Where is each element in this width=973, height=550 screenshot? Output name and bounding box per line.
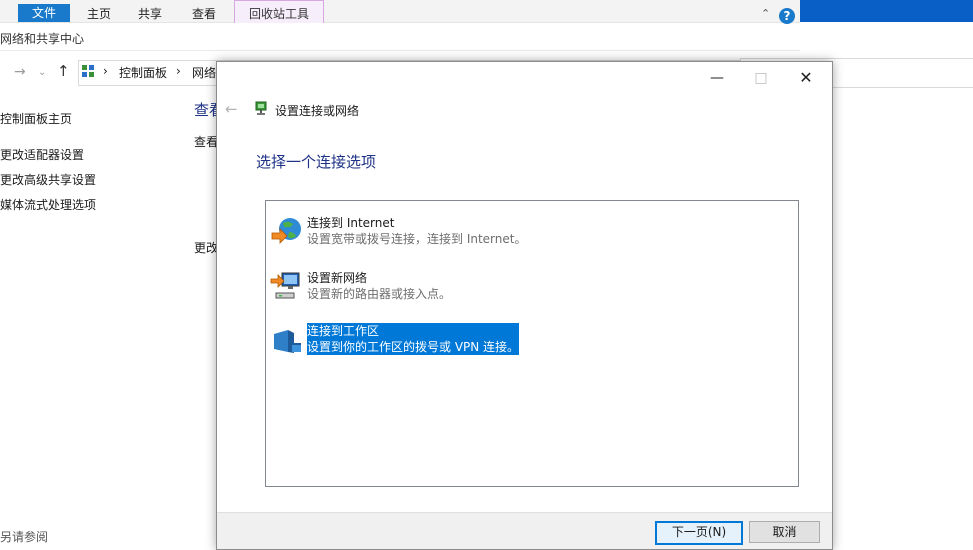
- workplace-icon: [270, 325, 302, 357]
- back-arrow-icon[interactable]: ←: [225, 100, 238, 118]
- option-title: 设置新网络: [307, 271, 368, 285]
- collapse-ribbon-icon[interactable]: ⌃: [761, 7, 770, 20]
- option-setup-new-network[interactable]: 设置新网络 设置新的路由器或接入点。: [266, 268, 798, 308]
- option-title: 连接到 Internet: [307, 216, 395, 230]
- close-button[interactable]: ✕: [792, 68, 820, 88]
- breadcrumb-separator-icon: ›: [103, 64, 108, 78]
- tab-view[interactable]: 查看: [178, 6, 230, 22]
- tab-home[interactable]: 主页: [73, 6, 125, 22]
- option-title: 连接到工作区: [307, 324, 380, 338]
- recent-chevron-icon[interactable]: ⌄: [38, 67, 46, 78]
- sidebar-link-adapter-settings[interactable]: 更改适配器设置: [0, 146, 84, 163]
- content-change-fragment: 更改: [194, 241, 219, 255]
- tab-file[interactable]: 文件: [18, 4, 71, 22]
- option-connect-workplace[interactable]: 连接到工作区 设置到你的工作区的拨号或 VPN 连接。: [266, 323, 798, 363]
- sidebar-home-link[interactable]: 控制面板主页: [0, 110, 72, 127]
- option-description: 设置宽带或拨号连接，连接到 Internet。: [307, 232, 527, 246]
- sidebar-link-advanced-sharing[interactable]: 更改高级共享设置: [0, 171, 96, 188]
- option-connect-internet[interactable]: 连接到 Internet 设置宽带或拨号连接，连接到 Internet。: [266, 213, 798, 253]
- explorer-titlebar: [0, 24, 800, 51]
- sidebar-link-media-streaming[interactable]: 媒体流式处理选项: [0, 196, 96, 213]
- maximize-button[interactable]: □: [747, 68, 775, 88]
- option-description: 设置到你的工作区的拨号或 VPN 连接。: [307, 340, 520, 354]
- see-also-label: 另请参阅: [0, 530, 49, 544]
- network-setup-icon: [253, 100, 269, 116]
- breadcrumb-network[interactable]: 网络: [192, 64, 216, 81]
- setup-connection-dialog: — □ ✕ ← 设置连接或网络 选择一个连接选项 连接到 Internet 设置…: [216, 61, 833, 550]
- forward-arrow-icon[interactable]: →: [14, 64, 26, 80]
- router-monitor-icon: [270, 270, 302, 302]
- tab-share[interactable]: 共享: [124, 6, 176, 22]
- breadcrumb-control-panel[interactable]: 控制面板: [119, 64, 167, 81]
- content-section-fragment: 查看: [194, 135, 219, 149]
- globe-icon: [270, 215, 302, 247]
- dialog-title: 设置连接或网络: [275, 104, 360, 118]
- connection-options-list: 连接到 Internet 设置宽带或拨号连接，连接到 Internet。 设置新…: [265, 200, 799, 487]
- minimize-button[interactable]: —: [703, 68, 731, 88]
- up-arrow-icon[interactable]: ↑: [57, 62, 70, 80]
- explorer-right-bar: [800, 24, 973, 59]
- option-description: 设置新的路由器或接入点。: [307, 287, 452, 301]
- dialog-heading: 选择一个连接选项: [256, 153, 377, 171]
- ribbon-tab-bar: 文件 主页 共享 查看 回收站工具: [0, 0, 800, 23]
- help-icon[interactable]: ?: [779, 8, 795, 24]
- dialog-footer: 下一页(N) 取消: [217, 512, 832, 549]
- control-panel-icon: [81, 64, 95, 78]
- breadcrumb-separator-icon: ›: [176, 64, 181, 78]
- desktop-background: [800, 0, 973, 22]
- next-button[interactable]: 下一页(N): [655, 521, 743, 545]
- window-title: 网络和共享中心: [0, 32, 85, 46]
- tab-recycle-bin-tools[interactable]: 回收站工具: [234, 0, 325, 23]
- cancel-button[interactable]: 取消: [749, 521, 820, 543]
